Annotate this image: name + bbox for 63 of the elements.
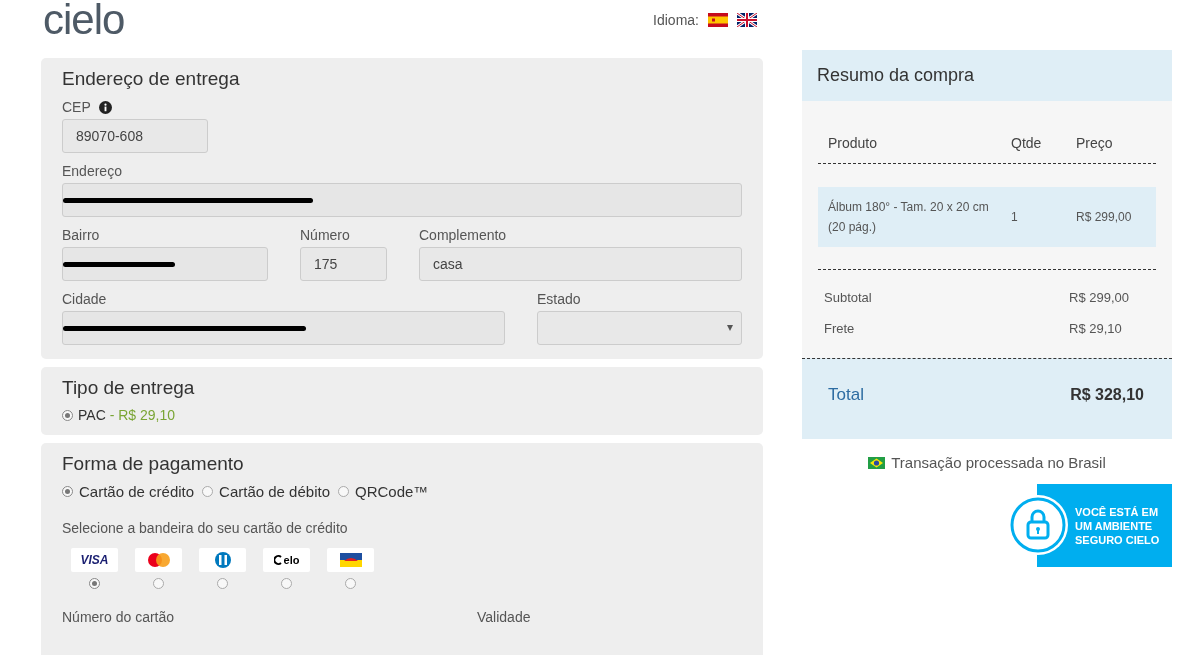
circle-icon bbox=[213, 551, 232, 569]
field-label: Endereço bbox=[62, 163, 122, 179]
input-field[interactable] bbox=[62, 183, 742, 217]
payment-method-label[interactable]: QRCode™ bbox=[355, 483, 429, 500]
field-label: Validade bbox=[477, 609, 531, 625]
input-field[interactable]: casa bbox=[419, 247, 742, 281]
product-name: Álbum 180° - Tam. 20 x 20 cm (20 pág.) bbox=[828, 198, 990, 236]
circles-icon bbox=[145, 552, 172, 568]
flag-icon bbox=[868, 456, 886, 469]
badge-text: SEGURO CIELO bbox=[1075, 532, 1160, 547]
origin-note: Transação processada no Brasil bbox=[891, 454, 1106, 471]
input-field[interactable]: 175 bbox=[300, 247, 387, 281]
radio-button[interactable] bbox=[89, 578, 100, 589]
radio-button[interactable] bbox=[202, 486, 214, 497]
field-label: CEP bbox=[62, 99, 91, 115]
radio-button[interactable] bbox=[345, 578, 356, 589]
language-label: Idioma: bbox=[653, 12, 699, 28]
card-logo-icon bbox=[339, 553, 362, 567]
column-header: Produto bbox=[828, 135, 879, 151]
brand-prompt: Selecione a bandeira do seu cartão de crédito bbox=[62, 520, 349, 536]
payment-method-label[interactable]: Cartão de crédito bbox=[79, 483, 195, 500]
radio-button[interactable] bbox=[62, 486, 73, 497]
section-title: Endereço de entrega bbox=[62, 68, 241, 90]
column-header: Qtde bbox=[1011, 135, 1043, 151]
summary-value: R$ 299,00 bbox=[1069, 290, 1130, 305]
radio-button[interactable] bbox=[281, 578, 292, 589]
field-label: Bairro bbox=[62, 227, 100, 243]
radio-button[interactable] bbox=[153, 578, 164, 589]
flag-icon[interactable] bbox=[737, 13, 757, 27]
radio-button[interactable] bbox=[338, 486, 349, 497]
total-value: R$ 328,10 bbox=[1070, 386, 1144, 404]
badge-text: VOCÊ ESTÁ EM bbox=[1075, 504, 1160, 519]
payment-method-label[interactable]: Cartão de débito bbox=[219, 483, 330, 500]
field-label: Estado bbox=[537, 291, 581, 307]
summary-label: Frete bbox=[824, 321, 855, 336]
input-field[interactable] bbox=[62, 247, 268, 281]
field-label: Complemento bbox=[419, 227, 507, 243]
price: R$ 299,00 bbox=[1076, 210, 1133, 224]
input-field[interactable]: 89070-608 bbox=[62, 119, 208, 153]
caret-icon bbox=[727, 325, 733, 331]
card-brand-logo[interactable]: VISA bbox=[71, 548, 118, 572]
card-brand-logo[interactable] bbox=[327, 548, 374, 572]
column-header: Preço bbox=[1076, 135, 1114, 151]
field-label: Cidade bbox=[62, 291, 107, 307]
badge-text: UM AMBIENTE bbox=[1075, 518, 1154, 533]
card-brand-logo[interactable] bbox=[199, 548, 246, 572]
section-title: Forma de pagamento bbox=[62, 453, 245, 475]
total-label: Total bbox=[828, 385, 864, 405]
field-label: Número bbox=[300, 227, 350, 243]
radio-button[interactable] bbox=[62, 409, 73, 421]
summary-value: R$ 29,10 bbox=[1069, 321, 1123, 336]
radio-button[interactable] bbox=[217, 578, 228, 589]
summary-title: Resumo da compra bbox=[817, 65, 975, 86]
input-field[interactable] bbox=[62, 311, 505, 345]
delivery-option[interactable]: PAC - R$ 29,10 bbox=[78, 407, 175, 423]
card-brand-logo[interactable] bbox=[135, 548, 182, 572]
field-label: Número do cartão bbox=[62, 609, 176, 625]
section-title: Tipo de entrega bbox=[62, 377, 196, 399]
info-icon[interactable] bbox=[98, 100, 112, 114]
quantity: 1 bbox=[1011, 210, 1019, 224]
card-brand-logo[interactable]: elo bbox=[263, 548, 310, 572]
summary-label: Subtotal bbox=[824, 290, 872, 305]
logo: cielo bbox=[42, 0, 125, 40]
